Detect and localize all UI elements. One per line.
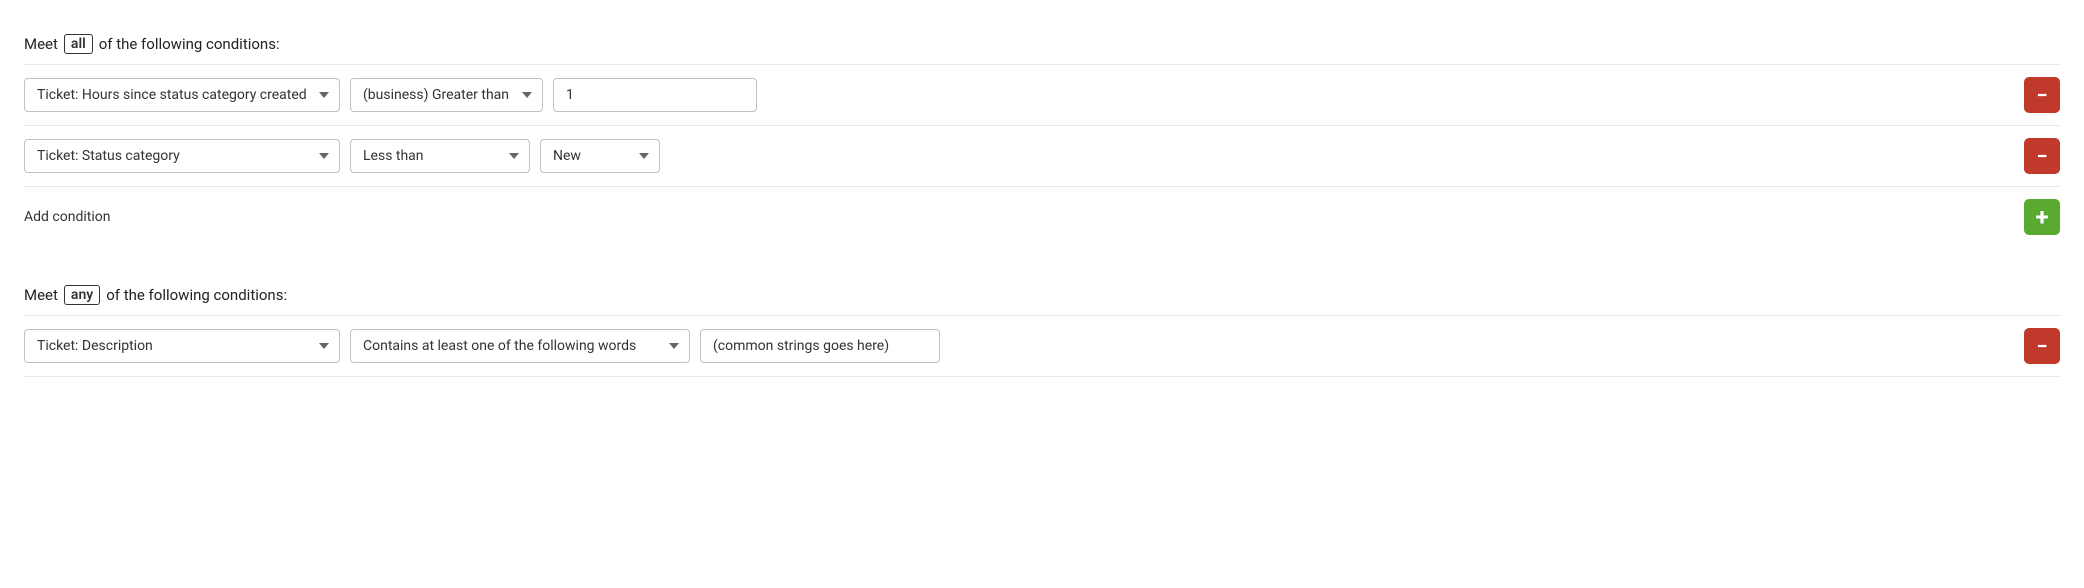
- value-select-2[interactable]: New Open Pending Solved Closed: [540, 139, 660, 173]
- add-condition-button[interactable]: +: [2024, 199, 2060, 235]
- value-input-1[interactable]: [553, 78, 757, 112]
- remove-button-3[interactable]: −: [2024, 328, 2060, 364]
- add-condition-row: Add condition +: [24, 186, 2060, 247]
- remove-button-1[interactable]: −: [2024, 77, 2060, 113]
- operator-select-1[interactable]: (business) Greater than (business) Less …: [350, 78, 543, 112]
- any-suffix: of the following conditions:: [106, 286, 287, 304]
- all-section-header: Meet all of the following conditions:: [24, 20, 2060, 64]
- all-badge: all: [64, 34, 93, 54]
- condition-row-2: Ticket: Hours since status category crea…: [24, 125, 2060, 186]
- all-conditions-section: Meet all of the following conditions: Ti…: [24, 20, 2060, 247]
- spacer: [24, 255, 2060, 271]
- any-badge: any: [64, 285, 100, 305]
- condition-row-3: Ticket: Hours since status category crea…: [24, 315, 2060, 377]
- add-condition-label[interactable]: Add condition: [24, 209, 110, 225]
- operator-select-2[interactable]: Less than Greater than Is Is not: [350, 139, 530, 173]
- value-input-3[interactable]: [700, 329, 940, 363]
- field-select-3[interactable]: Ticket: Hours since status category crea…: [24, 329, 340, 363]
- any-section-header: Meet any of the following conditions:: [24, 271, 2060, 315]
- field-select-1[interactable]: Ticket: Hours since status category crea…: [24, 78, 340, 112]
- remove-button-2[interactable]: −: [2024, 138, 2060, 174]
- plus-icon: +: [2035, 205, 2048, 229]
- field-select-2[interactable]: Ticket: Hours since status category crea…: [24, 139, 340, 173]
- meet-label-all: Meet: [24, 35, 58, 53]
- condition-row-1: Ticket: Hours since status category crea…: [24, 64, 2060, 125]
- minus-icon-1: −: [2036, 85, 2047, 105]
- any-conditions-section: Meet any of the following conditions: Ti…: [24, 271, 2060, 377]
- minus-icon-3: −: [2036, 336, 2047, 356]
- meet-label-any: Meet: [24, 286, 58, 304]
- minus-icon-2: −: [2036, 146, 2047, 166]
- all-suffix: of the following conditions:: [99, 35, 280, 53]
- operator-select-3[interactable]: Contains at least one of the following w…: [350, 329, 690, 363]
